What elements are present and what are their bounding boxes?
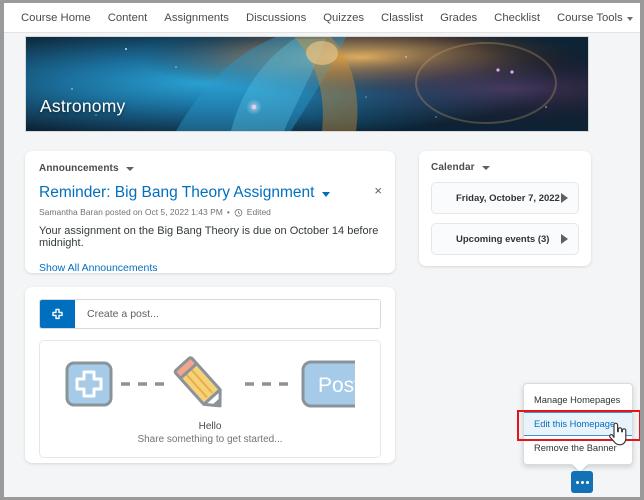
- nav-item-assignments[interactable]: Assignments: [164, 12, 229, 24]
- announcement-author-date: Samantha Baran posted on Oct 5, 2022 1:4…: [39, 207, 223, 217]
- nav-item-label: Classlist: [381, 11, 424, 24]
- course-title: Astronomy: [40, 96, 126, 116]
- announcement-title-link[interactable]: Reminder: Big Bang Theory Assignment: [39, 184, 381, 202]
- nav-item-label: Checklist: [494, 11, 540, 24]
- nav-item-course-tools[interactable]: Course Tools: [557, 12, 633, 24]
- nav-item-label: Content: [107, 11, 148, 24]
- nav-item-grades[interactable]: Grades: [440, 12, 477, 24]
- create-post-input[interactable]: Create a post...: [75, 300, 380, 328]
- nav-item-checklist[interactable]: Checklist: [494, 12, 540, 24]
- meta-separator: •: [226, 207, 230, 217]
- close-icon[interactable]: ×: [374, 184, 382, 197]
- menu-item-manage-homepages[interactable]: Manage Homepages: [524, 388, 632, 412]
- nav-item-course-home[interactable]: Course Home: [21, 12, 91, 24]
- nav-item-classlist[interactable]: Classlist: [381, 12, 423, 24]
- calendar-row-upcoming[interactable]: Upcoming events (3): [431, 223, 579, 255]
- calendar-widget-label: Calendar: [431, 162, 475, 173]
- announcement-meta: Samantha Baran posted on Oct 5, 2022 1:4…: [39, 207, 381, 217]
- empty-state-title: Hello: [198, 421, 222, 432]
- nav-item-label: Course Home: [21, 11, 91, 24]
- nav-item-quizzes[interactable]: Quizzes: [323, 12, 364, 24]
- nav-item-label: Quizzes: [323, 11, 365, 24]
- empty-state-illustration: Post: [65, 353, 355, 415]
- chevron-down-icon[interactable]: [322, 192, 331, 197]
- calendar-header[interactable]: Calendar: [431, 162, 579, 173]
- illustration-post-label: Post: [318, 374, 355, 397]
- announcements-widget: Announcements Reminder: Big Bang Theory …: [25, 151, 395, 274]
- chevron-right-icon[interactable]: [561, 234, 568, 244]
- hand-cursor-icon: [609, 422, 627, 446]
- announcement-edited-label: Edited: [246, 207, 271, 217]
- post-flow-illustration: Post: [65, 356, 355, 408]
- calendar-row-label: Upcoming events (3): [456, 233, 550, 245]
- nav-item-discussions[interactable]: Discussions: [246, 12, 306, 24]
- show-all-announcements-link[interactable]: Show All Announcements: [39, 262, 381, 274]
- dot: [575, 480, 579, 484]
- chevron-down-icon[interactable]: [125, 166, 134, 171]
- nav-item-content[interactable]: Content: [108, 12, 148, 24]
- browser-viewport: Course Home Content Assignments Discussions…: [4, 3, 640, 497]
- more-options-button[interactable]: [571, 471, 593, 493]
- plus-glyph: [52, 308, 63, 319]
- edited-history-icon: [234, 208, 243, 217]
- course-navbar: Course Home Content Assignments Discussions…: [4, 3, 640, 33]
- calendar-row-label: Friday, October 7, 2022: [456, 192, 560, 204]
- nav-item-label: Grades: [440, 11, 478, 24]
- chevron-down-icon[interactable]: [481, 165, 490, 170]
- course-banner: Astronomy: [25, 36, 589, 132]
- announcements-widget-label: Announcements: [39, 163, 119, 174]
- empty-state-subtitle: Share something to get started...: [137, 434, 283, 445]
- create-post-bar[interactable]: Create a post...: [39, 299, 381, 329]
- calendar-row-today[interactable]: Friday, October 7, 2022: [431, 182, 579, 214]
- announcement-body: Your assignment on the Big Bang Theory i…: [39, 225, 379, 249]
- dot: [580, 480, 584, 484]
- announcements-header[interactable]: Announcements: [39, 163, 381, 174]
- announcement-title-text: Reminder: Big Bang Theory Assignment: [39, 184, 315, 201]
- nav-item-label: Discussions: [245, 11, 307, 24]
- empty-feed-state: Post Hello Share something to get starte…: [39, 340, 381, 458]
- chevron-right-icon[interactable]: [561, 193, 568, 203]
- plus-icon[interactable]: [40, 300, 75, 328]
- nav-item-label: Course Tools: [556, 11, 623, 24]
- dot: [585, 480, 589, 484]
- chevron-down-icon[interactable]: [626, 16, 633, 21]
- nav-item-label: Assignments: [164, 11, 229, 24]
- activity-feed-widget: Create a post... Pos Hello Share somethi…: [25, 287, 395, 463]
- calendar-widget: Calendar Friday, October 7, 2022 Upcomin…: [419, 151, 591, 266]
